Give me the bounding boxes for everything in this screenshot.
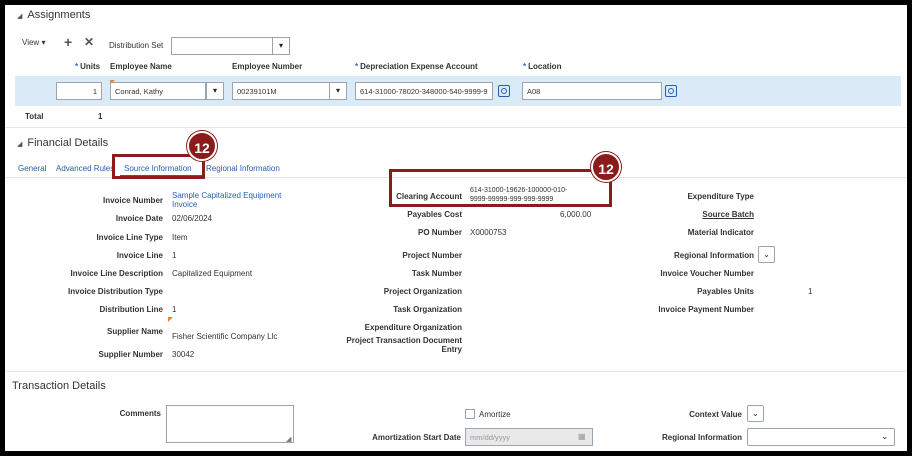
amortization-start-label: Amortization Start Date: [372, 433, 461, 442]
distribution-line-value: 1: [172, 305, 177, 314]
clearing-account-value-line1: 614-31000-19626-100000-010-: [470, 187, 568, 194]
clearing-account-value-line2: 9999-99999-999-999-9999: [470, 196, 554, 203]
financial-details-title: Financial Details: [27, 137, 109, 149]
assignments-title: Assignments: [27, 9, 91, 21]
regional-info-label: Regional Information: [674, 251, 754, 260]
tab-advanced-rules[interactable]: Advanced Rules: [56, 164, 114, 173]
task-number-label: Task Number: [411, 269, 462, 278]
financial-details-header[interactable]: ◢ Financial Details: [17, 137, 108, 149]
employee-number-input[interactable]: 00239101M: [232, 82, 330, 100]
location-column-header: * Location: [523, 62, 562, 71]
amortize-label: Amortize: [479, 410, 511, 419]
total-value: 1: [98, 112, 103, 121]
expenditure-org-label: Expenditure Organization: [364, 323, 462, 332]
source-batch-label[interactable]: Source Batch: [702, 210, 754, 219]
employee-name-input[interactable]: Conrad, Kathy: [110, 82, 206, 100]
regional-info-dropdown-icon[interactable]: ⌄: [758, 246, 775, 263]
supplier-number-label: Supplier Number: [98, 350, 163, 359]
regional-info-txn-label: Regional Information: [662, 433, 742, 442]
expenditure-type-label: Expenditure Type: [687, 192, 754, 201]
divider: [5, 371, 907, 372]
dep-expense-account-column-header: * Depreciation Expense Account: [355, 62, 478, 71]
employee-number-dropdown-icon[interactable]: ▾: [329, 82, 347, 100]
distribution-set-field[interactable]: [171, 37, 273, 55]
delete-icon[interactable]: ✕: [84, 35, 94, 49]
invoice-date-value: 02/06/2024: [172, 214, 213, 223]
invoice-voucher-label: Invoice Voucher Number: [660, 269, 754, 278]
units-column-header: * Units: [75, 62, 101, 71]
amortize-checkbox[interactable]: [465, 409, 475, 419]
invoice-line-desc-label: Invoice Line Description: [70, 269, 163, 278]
amortization-start-input[interactable]: mm/dd/yyyy: [465, 428, 593, 446]
view-label: View: [22, 38, 40, 47]
add-icon[interactable]: +: [64, 34, 72, 50]
project-txn-doc-label-2: Entry: [441, 345, 462, 354]
clearing-account-label: Clearing Account: [396, 192, 462, 201]
location-input[interactable]: A08: [522, 82, 662, 100]
invoice-number-link[interactable]: Sample Capitalized Equipment Invoice: [172, 191, 292, 209]
invoice-line-value: 1: [172, 251, 177, 260]
callout-badge-1: 12: [187, 131, 217, 161]
total-label: Total: [25, 112, 44, 121]
project-txn-doc-label-1: Project Transaction Document: [346, 336, 462, 345]
supplier-name-label: Supplier Name: [106, 327, 163, 336]
chevron-down-icon: ▾: [41, 38, 46, 47]
collapse-triangle-icon[interactable]: ◢: [17, 141, 22, 148]
invoice-payment-label: Invoice Payment Number: [658, 305, 754, 314]
project-number-label: Project Number: [402, 251, 462, 260]
po-number-label: PO Number: [417, 228, 462, 237]
changed-indicator-icon: [168, 317, 173, 322]
po-number-value: X0000753: [470, 228, 507, 237]
employee-name-dropdown-icon[interactable]: ▾: [206, 82, 224, 100]
calendar-icon[interactable]: ▦: [578, 432, 586, 441]
tab-general[interactable]: General: [18, 164, 46, 173]
page-frame: ◢ Assignments View ▾ + ✕ Distribution Set…: [5, 5, 907, 451]
collapse-triangle-icon[interactable]: ◢: [17, 13, 22, 20]
dep-expense-account-input[interactable]: 614-31000-78020-348000-540-9999-9: [355, 82, 493, 100]
transaction-details-title: Transaction Details: [12, 380, 106, 392]
regional-info-select[interactable]: [747, 428, 895, 446]
callout-badge-2: 12: [591, 152, 621, 182]
assignments-header[interactable]: ◢ Assignments: [17, 9, 90, 21]
account-lookup-icon[interactable]: [498, 85, 510, 97]
location-lookup-icon[interactable]: [665, 85, 677, 97]
payables-cost-value: 6,000.00: [560, 210, 592, 219]
task-org-label: Task Organization: [393, 305, 462, 314]
invoice-line-type-value: Item: [172, 233, 188, 242]
invoice-dist-type-label: Invoice Distribution Type: [68, 287, 163, 296]
invoice-line-label: Invoice Line: [116, 251, 163, 260]
employee-name-column-header: Employee Name: [110, 62, 172, 71]
payables-cost-label: Payables Cost: [407, 210, 462, 219]
divider: [5, 127, 907, 128]
distribution-line-label: Distribution Line: [99, 305, 163, 314]
invoice-date-label: Invoice Date: [115, 214, 163, 223]
context-value-dropdown-icon[interactable]: ⌄: [747, 405, 764, 422]
payables-units-value: 1: [808, 287, 813, 296]
invoice-number-label: Invoice Number: [102, 196, 163, 205]
tab-regional-information[interactable]: Regional Information: [206, 164, 280, 173]
callout-box-tab: [112, 154, 205, 179]
comments-label: Comments: [119, 409, 161, 418]
chevron-down-icon[interactable]: ⌄: [881, 431, 889, 442]
view-menu[interactable]: View ▾: [22, 38, 45, 47]
resize-handle-icon[interactable]: ◢: [286, 435, 291, 443]
material-indicator-label: Material Indicator: [687, 228, 754, 237]
context-value-label: Context Value: [689, 410, 742, 419]
supplier-name-value: Fisher Scientific Company Llc: [172, 332, 278, 341]
supplier-number-value: 30042: [172, 350, 195, 359]
payables-units-label: Payables Units: [697, 287, 754, 296]
distribution-set-label: Distribution Set: [109, 41, 164, 50]
invoice-line-type-label: Invoice Line Type: [96, 233, 163, 242]
employee-number-column-header: Employee Number: [232, 62, 303, 71]
comments-textarea[interactable]: [166, 405, 294, 443]
invoice-line-desc-value: Capitalized Equipment: [172, 269, 253, 278]
units-input[interactable]: 1: [56, 82, 102, 100]
distribution-set-dropdown-icon[interactable]: ▾: [272, 37, 290, 55]
project-org-label: Project Organization: [383, 287, 462, 296]
